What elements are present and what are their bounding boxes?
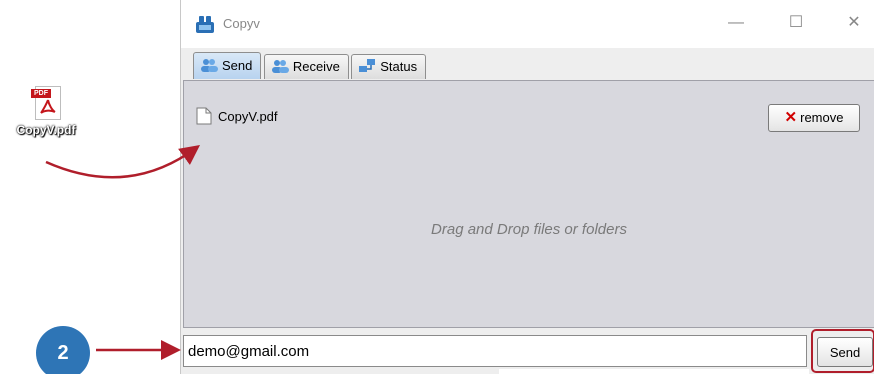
screenshot-stage: PDF CopyV.pdf Copyv — ☐ ✕ Send Receive S… xyxy=(0,0,874,374)
annotation-arrows xyxy=(45,145,201,360)
step-badge: 2 xyxy=(36,326,90,374)
drag-arrow xyxy=(45,145,201,179)
